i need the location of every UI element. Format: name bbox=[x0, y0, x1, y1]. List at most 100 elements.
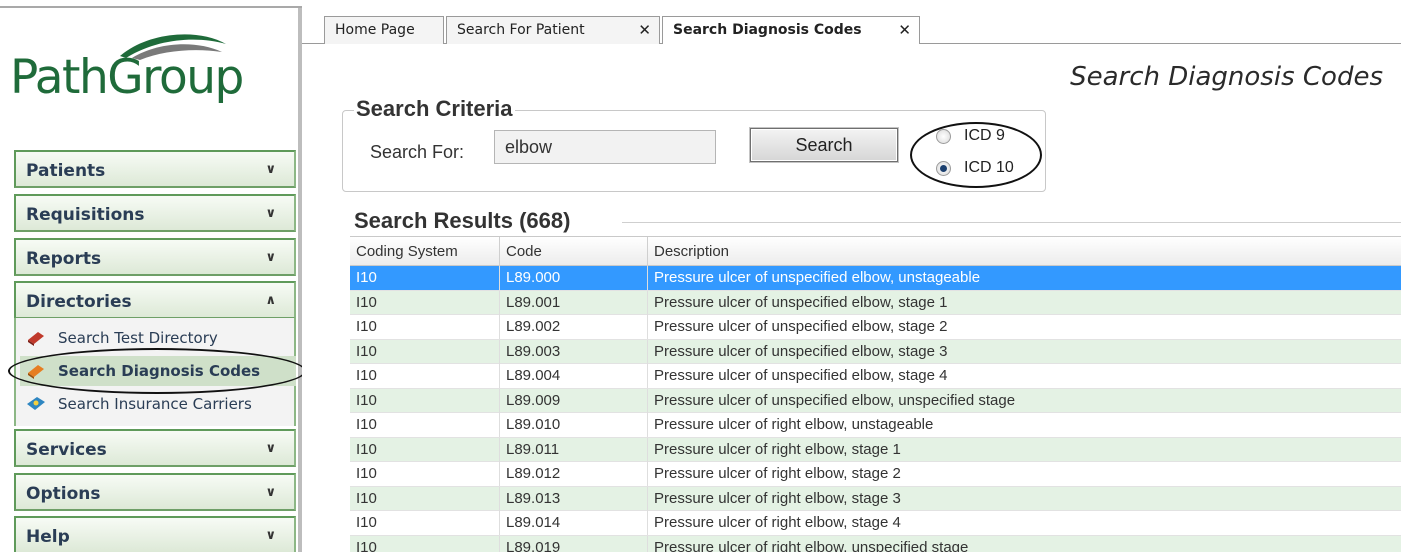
sidebar-item-label: Search Diagnosis Codes bbox=[58, 362, 261, 380]
sidebar-item-search-insurance-carriers[interactable]: Search Insurance Carriers bbox=[20, 389, 296, 419]
cell-coding-system: I10 bbox=[350, 511, 500, 535]
logo-text: PathGroup bbox=[10, 50, 244, 105]
table-row[interactable]: I10 L89.004 Pressure ulcer of unspecified … bbox=[350, 364, 1401, 389]
radio-circle-icon[interactable] bbox=[936, 161, 951, 176]
cell-coding-system: I10 bbox=[350, 388, 500, 413]
table-row[interactable]: I10 L89.012 Pressure ulcer of right elbow,… bbox=[350, 462, 1401, 487]
pathgroup-logo: PathGroup bbox=[8, 22, 300, 122]
cell-code: L89.011 bbox=[500, 437, 648, 462]
nav-section-patients[interactable]: Patients ∨​ bbox=[14, 150, 296, 188]
cell-description: Pressure ulcer of unspecified elbow, sta… bbox=[654, 318, 948, 335]
cell-code: L89.004 bbox=[500, 364, 648, 388]
column-header-coding-system[interactable]: Coding System bbox=[350, 237, 500, 267]
directories-panel: Search Test Directory Search Diagnosis C… bbox=[14, 318, 296, 426]
cell-coding-system: I10 bbox=[350, 290, 500, 315]
tab-home-page[interactable]: Home Page bbox=[324, 16, 444, 44]
search-for-label: Search For: bbox=[370, 142, 465, 162]
cell-description: Pressure ulcer of right elbow, stage 2 bbox=[654, 465, 901, 482]
table-row[interactable]: I10 L89.000 Pressure ulcer of unspecified … bbox=[350, 266, 1401, 291]
grid-header: Coding System Code Description bbox=[350, 236, 1401, 267]
table-row[interactable]: I10 L89.002 Pressure ulcer of unspecified … bbox=[350, 315, 1401, 340]
close-icon[interactable]: ✕ bbox=[898, 21, 911, 39]
close-icon[interactable]: ✕ bbox=[638, 21, 651, 39]
table-row[interactable]: I10 L89.009 Pressure ulcer of unspecified … bbox=[350, 388, 1401, 413]
nav-section-requisitions[interactable]: Requisitions ∨ bbox=[14, 194, 296, 232]
nav-section-help[interactable]: Help ∨ bbox=[14, 516, 296, 552]
cell-code: L89.001 bbox=[500, 290, 648, 315]
cell-description: Pressure ulcer of unspecified elbow, sta… bbox=[654, 342, 948, 360]
sidebar-item-label: Search Insurance Carriers bbox=[58, 395, 252, 413]
sidebar-item-label: Search Test Directory bbox=[58, 329, 218, 347]
nav-section-label: Services bbox=[26, 440, 107, 460]
cell-coding-system: I10 bbox=[350, 339, 500, 364]
nav-section-services[interactable]: Services ∨ bbox=[14, 429, 296, 467]
radio-label: ICD 9 bbox=[964, 127, 1005, 144]
cell-coding-system: I10 bbox=[350, 413, 500, 437]
book-icon bbox=[28, 365, 44, 379]
cell-coding-system: I10 bbox=[350, 315, 500, 339]
cell-description: Pressure ulcer of unspecified elbow, sta… bbox=[654, 367, 948, 384]
cell-coding-system: I10 bbox=[350, 437, 500, 462]
cell-code: L89.009 bbox=[500, 388, 648, 413]
nav-section-options[interactable]: Options ∨ bbox=[14, 473, 296, 511]
chevron-double-down-icon: ∨ bbox=[265, 528, 276, 543]
tab-label: Search Diagnosis Codes bbox=[673, 22, 862, 38]
radio-circle-icon[interactable] bbox=[936, 129, 951, 144]
radio-icd10[interactable]: ICD 10 bbox=[934, 158, 1054, 180]
nav-section-label: Options bbox=[26, 484, 101, 504]
sidebar-item-search-diagnosis-codes[interactable]: Search Diagnosis Codes bbox=[20, 356, 296, 386]
cell-description: Pressure ulcer of right elbow, stage 4 bbox=[654, 514, 901, 531]
cell-code: L89.010 bbox=[500, 413, 648, 437]
cell-coding-system: I10 bbox=[350, 364, 500, 388]
cell-code: L89.019 bbox=[500, 535, 648, 552]
table-row[interactable]: I10 L89.011 Pressure ulcer of right elbow,… bbox=[350, 437, 1401, 462]
top-divider bbox=[0, 6, 302, 8]
nav-section-reports[interactable]: Reports ∨ bbox=[14, 238, 296, 276]
cell-code: L89.013 bbox=[500, 486, 648, 511]
table-row[interactable]: I10 L89.014 Pressure ulcer of right elbow,… bbox=[350, 511, 1401, 536]
insurance-card-icon bbox=[27, 397, 45, 410]
tab-search-for-patient[interactable]: Search For Patient ✕ bbox=[446, 16, 660, 44]
page-title: Search Diagnosis Codes bbox=[1070, 62, 1383, 92]
search-button[interactable]: Search bbox=[750, 128, 898, 162]
cell-description: Pressure ulcer of right elbow, stage 1 bbox=[654, 440, 901, 458]
cell-coding-system: I10 bbox=[350, 266, 500, 290]
cell-coding-system: I10 bbox=[350, 462, 500, 486]
table-row[interactable]: I10 L89.010 Pressure ulcer of right elbow,… bbox=[350, 413, 1401, 438]
search-input[interactable] bbox=[494, 130, 716, 164]
chevron-double-down-icon: ∨ bbox=[265, 206, 276, 221]
nav-section-label: Patients bbox=[26, 161, 106, 181]
cell-code: L89.002 bbox=[500, 315, 648, 339]
results-grid: Coding System Code Description I10 L89.00… bbox=[350, 236, 1401, 552]
sidebar-item-search-test-directory[interactable]: Search Test Directory bbox=[20, 323, 296, 353]
cell-description: Pressure ulcer of right elbow, unstageab… bbox=[654, 416, 934, 433]
column-header-description[interactable]: Description bbox=[648, 237, 1401, 267]
cell-description: Pressure ulcer of unspecified elbow, sta… bbox=[654, 293, 948, 311]
cell-coding-system: I10 bbox=[350, 535, 500, 552]
radio-icd9[interactable]: ICD 9 bbox=[934, 126, 1054, 148]
cell-description: Pressure ulcer of right elbow, unspecifi… bbox=[654, 538, 969, 552]
table-row[interactable]: I10 L89.013 Pressure ulcer of right elbow,… bbox=[350, 486, 1401, 511]
tab-label: Search For Patient bbox=[457, 22, 585, 38]
cell-description: Pressure ulcer of unspecified elbow, uns… bbox=[654, 269, 981, 286]
tab-search-diagnosis-codes[interactable]: Search Diagnosis Codes ✕ bbox=[662, 16, 920, 45]
tab-label: Home Page bbox=[335, 22, 415, 38]
cell-code: L89.012 bbox=[500, 462, 648, 486]
table-row[interactable]: I10 L89.019 Pressure ulcer of right elbow,… bbox=[350, 535, 1401, 552]
cell-code: L89.014 bbox=[500, 511, 648, 535]
cell-description: Pressure ulcer of right elbow, stage 3 bbox=[654, 489, 901, 507]
nav-section-directories[interactable]: Directories ∧ bbox=[14, 281, 296, 319]
chevron-double-down-icon: ∨ bbox=[265, 441, 276, 456]
cell-code: L89.003 bbox=[500, 339, 648, 364]
table-row[interactable]: I10 L89.003 Pressure ulcer of unspecified … bbox=[350, 339, 1401, 364]
cell-description: Pressure ulcer of unspecified elbow, uns… bbox=[654, 391, 1016, 409]
column-header-code[interactable]: Code bbox=[500, 237, 648, 267]
chevron-double-up-icon: ∧ bbox=[265, 293, 276, 308]
nav-section-label: Help bbox=[26, 527, 70, 547]
chevron-double-down-icon: ∨​ bbox=[265, 162, 276, 177]
search-criteria-title: Search Criteria bbox=[354, 96, 515, 122]
search-results-title: Search Results (668) bbox=[354, 208, 571, 233]
nav-section-label: Directories bbox=[26, 292, 132, 312]
table-row[interactable]: I10 L89.001 Pressure ulcer of unspecified … bbox=[350, 290, 1401, 315]
nav-section-label: Requisitions bbox=[26, 205, 145, 225]
